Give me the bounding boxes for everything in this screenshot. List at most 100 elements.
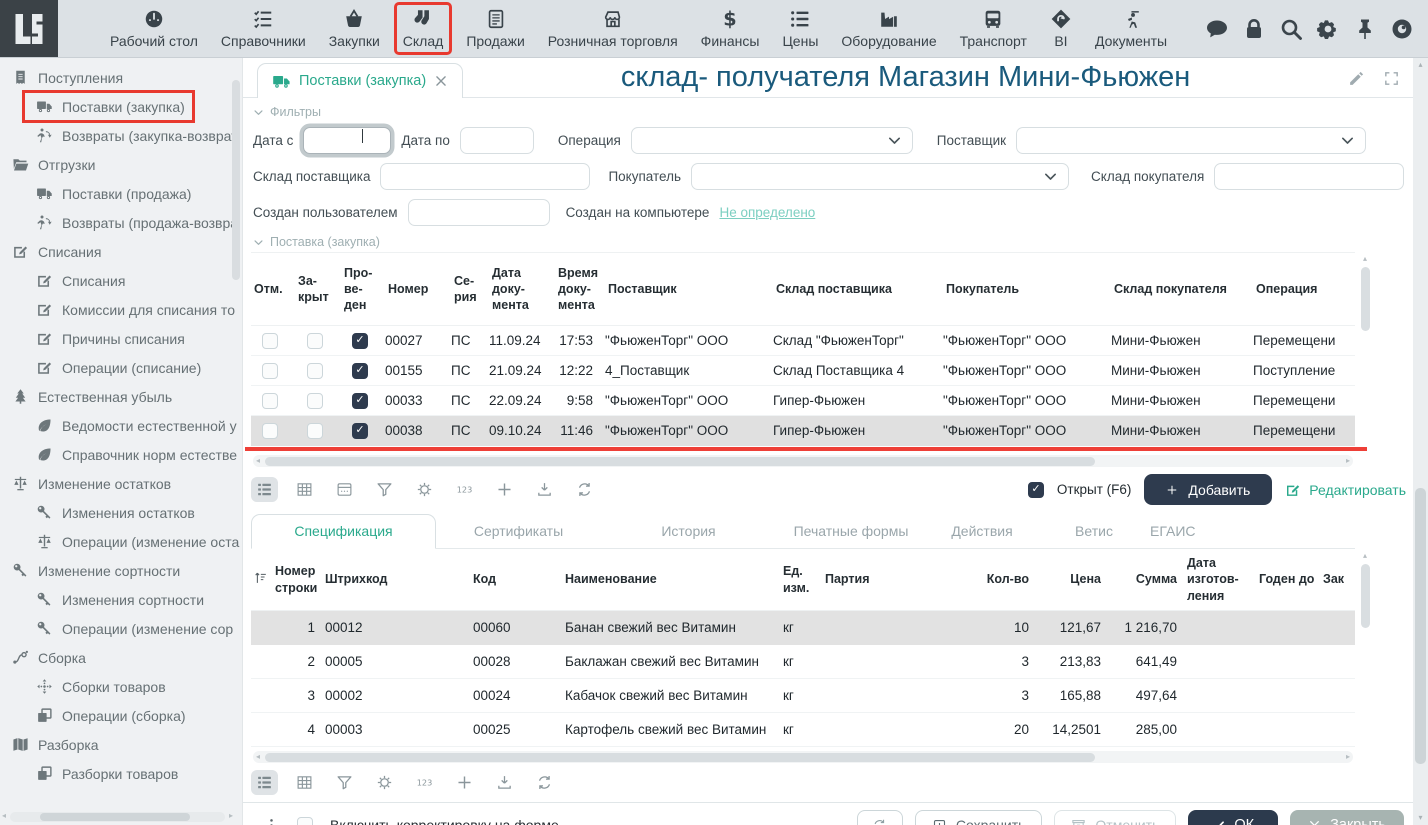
- column-header[interactable]: Склад поставщика: [773, 281, 943, 297]
- column-header[interactable]: Цена: [1039, 571, 1111, 587]
- kebab-menu-icon[interactable]: [263, 817, 280, 825]
- closed-checkbox[interactable]: [307, 423, 323, 439]
- spec-row[interactable]: 4 00003 00025 Картофель свежий вес Витам…: [251, 713, 1355, 747]
- column-header[interactable]: Партия: [825, 571, 951, 587]
- nav-item[interactable]: Цены: [776, 5, 824, 52]
- toolbar-button[interactable]: [491, 770, 518, 795]
- column-header[interactable]: Сумма: [1111, 571, 1187, 587]
- documents-horizontal-scrollbar[interactable]: ◂ ▸: [253, 455, 1353, 467]
- nav-item[interactable]: Рабочий стол: [104, 5, 204, 52]
- sidebar-item[interactable]: Сборка: [0, 643, 94, 672]
- sidebar-item[interactable]: Ведомости естественной у: [24, 411, 243, 440]
- column-header[interactable]: Дата доку- мента: [489, 265, 555, 314]
- filters-section-toggle[interactable]: Фильтры: [253, 105, 1428, 119]
- toolbar-button[interactable]: [291, 477, 318, 502]
- scrollbar-thumb[interactable]: [1415, 488, 1426, 764]
- buyer-wh-input[interactable]: [1214, 163, 1404, 190]
- column-header[interactable]: Время доку- мента: [555, 265, 605, 314]
- nav-item[interactable]: Финансы: [695, 5, 766, 52]
- spec-row[interactable]: 2 00005 00028 Баклажан свежий вес Витами…: [251, 645, 1355, 679]
- adjustment-checkbox[interactable]: [297, 817, 313, 825]
- column-header[interactable]: Зак: [1323, 571, 1355, 587]
- column-header[interactable]: Про- ве- ден: [341, 265, 385, 314]
- sidebar-item[interactable]: Операции (сборка): [24, 701, 194, 730]
- sidebar-item[interactable]: Поставки (продажа): [24, 179, 199, 208]
- scroll-up-arrow[interactable]: ▴: [1413, 58, 1428, 72]
- sidebar-item[interactable]: Возвраты (продажа-возвра: [24, 208, 243, 237]
- column-header[interactable]: Номер строки: [275, 563, 325, 596]
- nav-item[interactable]: Продажи: [460, 5, 530, 52]
- toolbar-button[interactable]: [371, 770, 398, 795]
- page-vertical-scrollbar[interactable]: ▴ ▾: [1413, 58, 1428, 825]
- scrollbar-thumb[interactable]: [265, 753, 1095, 762]
- mark-checkbox[interactable]: [262, 393, 278, 409]
- nav-item[interactable]: Оборудование: [835, 5, 942, 52]
- posted-checkbox[interactable]: [352, 333, 368, 349]
- docs-section-toggle[interactable]: Поставка (закупка): [253, 235, 1428, 249]
- spec-tab[interactable]: Печатные формы: [776, 515, 926, 548]
- nav-item[interactable]: Справочники: [215, 5, 312, 52]
- scroll-right-arrow[interactable]: ▸: [229, 811, 233, 820]
- topbar-action-button[interactable]: [1316, 17, 1340, 41]
- sidebar-item[interactable]: Возвраты (закупка-возврат: [24, 121, 243, 150]
- column-header[interactable]: Годен до: [1259, 571, 1323, 587]
- scrollbar-thumb[interactable]: [1361, 564, 1370, 628]
- scrollbar-thumb[interactable]: [40, 813, 190, 821]
- sidebar-item[interactable]: Поставки (закупка): [24, 92, 193, 121]
- tab-postavki-zakupka[interactable]: Поставки (закупка): [257, 63, 463, 98]
- topbar-action-button[interactable]: [1205, 17, 1229, 41]
- document-row[interactable]: 00155 ПС 21.09.24 12:22 4_Поставщик Скла…: [251, 356, 1355, 386]
- spec-tab[interactable]: История: [601, 515, 776, 548]
- scrollbar-thumb[interactable]: [1361, 267, 1370, 331]
- scroll-down-arrow[interactable]: ▾: [1413, 811, 1428, 825]
- nav-item[interactable]: BI: [1044, 5, 1078, 52]
- document-row[interactable]: 00027 ПС 11.09.24 17:53 "ФьюженТорг" ООО…: [251, 326, 1355, 356]
- ok-button[interactable]: ОК: [1188, 810, 1278, 825]
- column-header[interactable]: Склад покупателя: [1111, 281, 1253, 297]
- sidebar-item[interactable]: Разборка: [0, 730, 107, 759]
- spec-tab[interactable]: ЕГАИС: [1150, 515, 1196, 548]
- toolbar-button[interactable]: [251, 770, 278, 795]
- sidebar-item[interactable]: Поступления: [0, 63, 131, 92]
- column-header[interactable]: За- крыт: [295, 273, 341, 306]
- scrollbar-thumb[interactable]: [232, 80, 240, 280]
- spec-tab[interactable]: Действия: [926, 515, 1038, 548]
- nav-item[interactable]: Закупки: [323, 5, 386, 52]
- scroll-left-arrow[interactable]: ◂: [2, 811, 6, 820]
- scroll-left-arrow[interactable]: ◂: [256, 752, 260, 761]
- supplier-select[interactable]: [1016, 127, 1366, 154]
- created-by-input[interactable]: [408, 199, 550, 226]
- spec-row[interactable]: 3 00002 00024 Кабачок свежий вес Витамин…: [251, 679, 1355, 713]
- column-header[interactable]: Поставщик: [605, 281, 773, 297]
- cancel-button[interactable]: Отменить: [1054, 810, 1176, 825]
- open-f6-checkbox[interactable]: [1028, 482, 1044, 498]
- sidebar-item[interactable]: Сборки товаров: [24, 672, 174, 701]
- scroll-right-arrow[interactable]: ▸: [1346, 456, 1350, 465]
- date-to-input[interactable]: [460, 127, 534, 154]
- save-button[interactable]: Сохранить: [915, 810, 1043, 825]
- toolbar-button[interactable]: [451, 477, 478, 502]
- closed-checkbox[interactable]: [307, 393, 323, 409]
- column-header[interactable]: Покупатель: [943, 281, 1111, 297]
- pencil-icon[interactable]: [1348, 70, 1365, 87]
- document-row[interactable]: 00038 ПС 09.10.24 11:46 "ФьюженТорг" ООО…: [251, 416, 1355, 446]
- toolbar-button[interactable]: [331, 477, 358, 502]
- column-header[interactable]: Операция: [1253, 281, 1355, 297]
- toolbar-button[interactable]: [531, 477, 558, 502]
- documents-vertical-scrollbar[interactable]: ▴: [1359, 254, 1371, 444]
- nav-item[interactable]: Транспорт: [954, 5, 1033, 52]
- nav-item[interactable]: Документы: [1089, 5, 1173, 52]
- toolbar-button[interactable]: [571, 477, 598, 502]
- topbar-action-button[interactable]: [1353, 17, 1377, 41]
- sidebar-item[interactable]: Разборки товаров: [24, 759, 186, 788]
- column-header[interactable]: Штрихкод: [325, 571, 473, 587]
- column-header[interactable]: Номер: [385, 281, 451, 297]
- edit-link[interactable]: Редактировать: [1285, 482, 1406, 498]
- toolbar-button[interactable]: [411, 477, 438, 502]
- sidebar-item[interactable]: Операции (изменение сор: [24, 614, 241, 643]
- supplier-wh-input[interactable]: [380, 163, 590, 190]
- operation-select[interactable]: [631, 127, 913, 154]
- scroll-right-arrow[interactable]: ▸: [1346, 752, 1350, 761]
- column-header[interactable]: Се- рия: [451, 273, 489, 306]
- nav-item[interactable]: Склад: [397, 5, 450, 52]
